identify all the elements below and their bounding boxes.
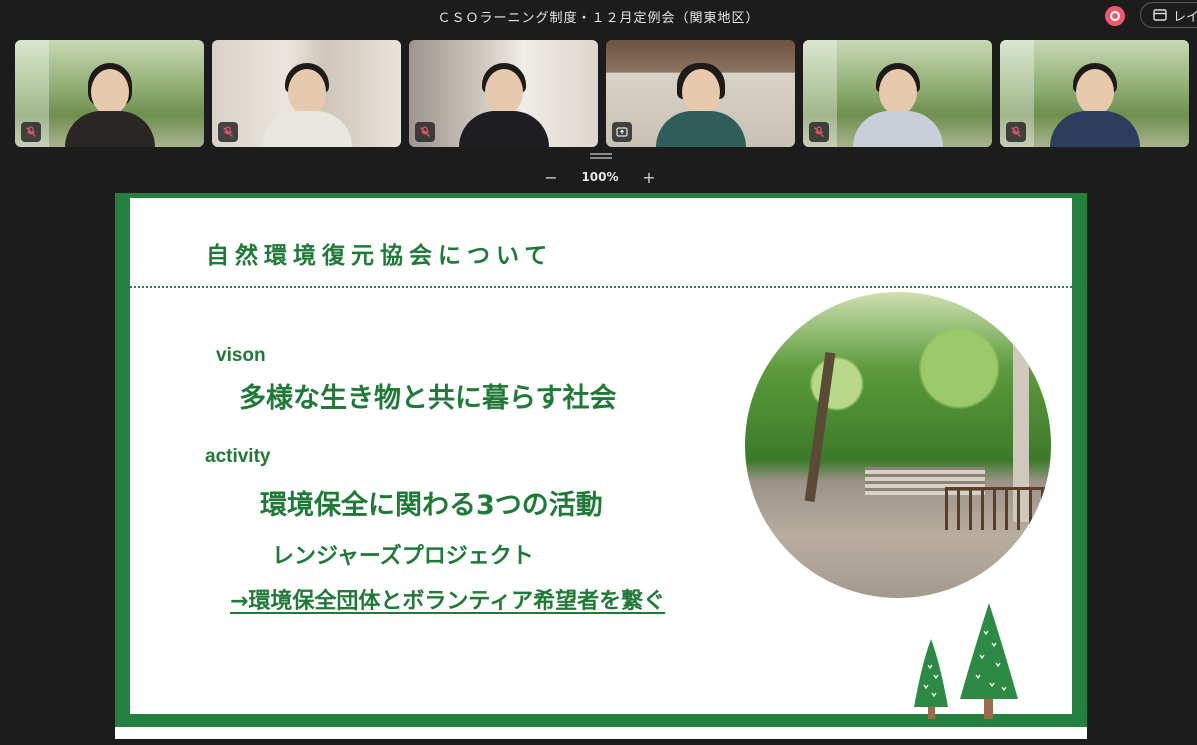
mic-muted-icon [218, 122, 238, 142]
record-indicator-icon[interactable] [1105, 6, 1125, 26]
vision-label: vison [216, 345, 266, 366]
park-photo [745, 292, 1051, 598]
participant-tile[interactable] [409, 40, 598, 147]
vision-text: 多様な生き物と共に暮らす社会 [239, 383, 617, 414]
shared-slide: 自然環境復元協会について vison 多様な生き物と共に暮らす社会 activi… [115, 193, 1087, 739]
zoom-control: − 100% + [540, 166, 660, 188]
participant-tile[interactable] [803, 40, 992, 147]
participant-tile[interactable] [212, 40, 401, 147]
project-description: →環境保全団体とボランティア希望者を繋ぐ [230, 589, 666, 614]
participant-video [1049, 47, 1140, 147]
mic-muted-icon [1006, 122, 1026, 142]
tree-illustration [914, 603, 1018, 719]
slide-content: 自然環境復元協会について vison 多様な生き物と共に暮らす社会 activi… [130, 198, 1072, 719]
participant-video [852, 47, 943, 147]
mic-muted-icon [809, 122, 829, 142]
participant-video [261, 47, 352, 147]
participant-tile[interactable] [606, 40, 795, 147]
slide-bottom-strip [115, 727, 1087, 739]
layout-button[interactable]: レイ [1140, 2, 1197, 28]
layout-icon [1153, 9, 1167, 21]
participant-video [64, 47, 155, 147]
participant-tile[interactable] [1000, 40, 1189, 147]
participant-video [655, 47, 746, 147]
activity-label: activity [205, 446, 271, 467]
layout-button-label: レイ [1173, 9, 1197, 25]
participant-video [458, 47, 549, 147]
zoom-in-button[interactable]: + [638, 168, 660, 187]
participant-tile[interactable] [15, 40, 204, 147]
participant-strip [15, 40, 1189, 147]
mic-muted-icon [21, 122, 41, 142]
mic-muted-icon [415, 122, 435, 142]
window-title: ＣＳＯラーニング制度・１２月定例会（関東地区） [437, 10, 760, 26]
project-name: レンジャーズプロジェクト [272, 544, 534, 569]
title-divider [130, 286, 1072, 288]
zoom-out-button[interactable]: − [540, 168, 562, 187]
zoom-level: 100% [581, 170, 619, 184]
activity-text: 環境保全に関わる3つの活動 [260, 490, 603, 521]
slide-title: 自然環境復元協会について [206, 243, 554, 269]
strip-resize-handle[interactable] [590, 153, 612, 159]
screen-share-icon [612, 122, 632, 142]
